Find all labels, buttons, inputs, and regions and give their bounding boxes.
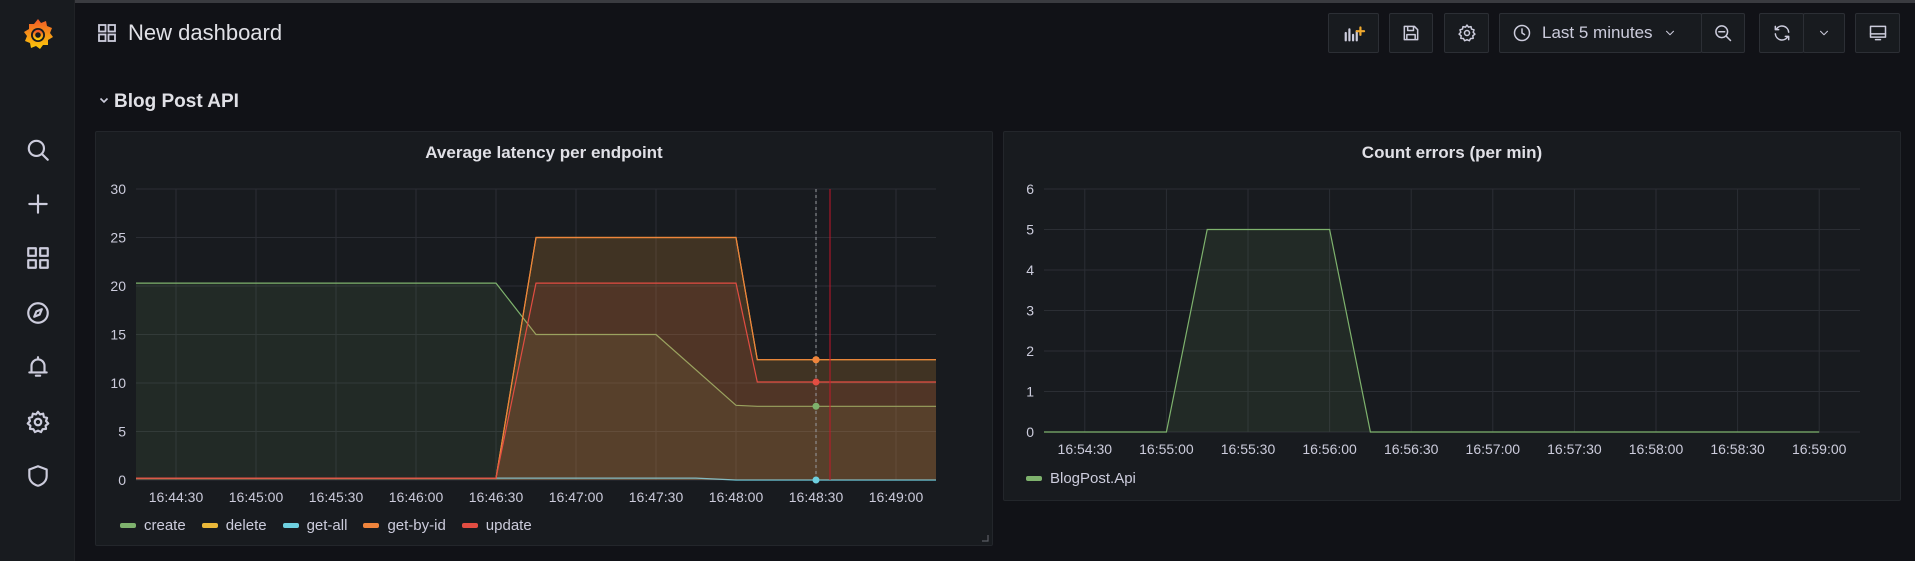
legend-swatch — [120, 523, 136, 528]
y-tick-label: 6 — [1026, 181, 1034, 197]
refresh-interval-dropdown[interactable] — [1803, 13, 1845, 53]
grafana-logo-icon[interactable] — [20, 16, 56, 52]
x-tick-label: 16:56:00 — [1302, 441, 1357, 457]
x-tick-label: 16:49:00 — [869, 489, 924, 505]
latency-panel: Average latency per endpoint 0 5 10 15 20 25 3… — [95, 131, 993, 546]
side-menu — [0, 0, 75, 561]
legend-swatch — [461, 523, 478, 528]
x-tick-label: 16:47:00 — [549, 489, 604, 505]
chevron-down-icon — [1819, 30, 1829, 36]
row-title[interactable]: Blog Post API — [114, 91, 239, 113]
hover-point-get-by-id — [812, 356, 820, 364]
save-icon — [1403, 25, 1419, 41]
x-tick-label: 16:48:00 — [709, 489, 764, 505]
latency-legend: create delete get-all get-by-id update — [120, 517, 532, 534]
shield-icon[interactable] — [24, 462, 52, 490]
window-top-border — [0, 0, 1915, 3]
chevron-down-icon — [1665, 30, 1674, 36]
legend-swatch — [363, 523, 380, 528]
gear-icon — [1457, 24, 1476, 42]
x-tick-label: 16:45:30 — [309, 489, 364, 505]
hover-point-create — [812, 402, 820, 410]
zoom-out-icon — [1715, 25, 1732, 42]
monitor-icon — [1869, 25, 1886, 41]
bell-icon[interactable] — [24, 353, 52, 381]
y-tick-label: 3 — [1026, 303, 1034, 319]
refresh-icon — [1774, 25, 1789, 41]
series-line-BlogPost.Api[interactable] — [1044, 228, 1820, 433]
refresh-button[interactable] — [1759, 13, 1804, 53]
x-tick-label: 16:57:00 — [1466, 441, 1521, 457]
legend-swatch — [201, 523, 218, 528]
series-area-BlogPost.Api — [1044, 229, 1820, 432]
x-tick-label: 16:56:30 — [1384, 441, 1439, 457]
dashboard-grid-icon — [97, 23, 117, 43]
save-dashboard-button[interactable] — [1389, 13, 1433, 53]
legend-label: delete — [225, 517, 267, 534]
legend-item-get-all[interactable]: get-all — [282, 517, 348, 534]
dashboard-settings-button[interactable] — [1444, 13, 1489, 53]
dashboards-grid-icon[interactable] — [24, 244, 52, 272]
y-tick-label: 0 — [118, 472, 126, 488]
zoom-out-button[interactable] — [1701, 13, 1745, 53]
dashboard-title[interactable]: New dashboard — [128, 20, 282, 46]
legend-item-blogpost-api[interactable]: BlogPost.Api — [1026, 470, 1136, 487]
x-tick-label: 16:47:30 — [629, 489, 684, 505]
search-icon[interactable] — [24, 136, 52, 164]
y-tick-label: 0 — [1026, 424, 1034, 440]
y-tick-label: 20 — [110, 278, 126, 294]
x-tick-label: 16:57:30 — [1547, 441, 1602, 457]
errors-panel: Count errors (per min) 0 1 2 3 4 5 6 16:54:30 16… — [1003, 131, 1901, 501]
x-tick-label: 16:46:30 — [469, 489, 524, 505]
x-tick-label: 16:54:30 — [1058, 441, 1113, 457]
x-tick-label: 16:55:30 — [1221, 441, 1276, 457]
y-tick-label: 5 — [1026, 222, 1034, 238]
legend-label: BlogPost.Api — [1050, 470, 1136, 487]
legend-label: create — [144, 517, 186, 534]
gear-icon[interactable] — [24, 408, 52, 436]
x-tick-label: 16:55:00 — [1139, 441, 1194, 457]
time-range-picker[interactable]: Last 5 minutes — [1499, 13, 1702, 53]
time-range-label: Last 5 minutes — [1542, 23, 1653, 42]
y-tick-label: 15 — [110, 327, 126, 343]
x-tick-label: 16:44:30 — [149, 489, 204, 505]
plus-icon[interactable] — [24, 190, 52, 218]
x-tick-label: 16:48:30 — [789, 489, 844, 505]
y-tick-label: 5 — [118, 424, 126, 440]
y-tick-label: 10 — [110, 375, 126, 391]
x-tick-label: 16:58:00 — [1629, 441, 1684, 457]
legend-item-create[interactable]: create — [120, 517, 186, 534]
legend-swatch — [1026, 476, 1042, 481]
hover-point-update — [812, 378, 820, 386]
x-tick-label: 16:58:30 — [1710, 441, 1765, 457]
row-collapse-chevron-icon[interactable] — [98, 93, 110, 105]
legend-label: get-by-id — [387, 517, 446, 534]
clock-icon — [1513, 24, 1531, 42]
compass-icon[interactable] — [24, 299, 52, 327]
x-tick-label: 16:46:00 — [389, 489, 444, 505]
add-panel-button[interactable] — [1328, 13, 1379, 53]
view-mode-button[interactable] — [1855, 13, 1900, 53]
legend-swatch — [282, 523, 299, 528]
legend-item-update[interactable]: update — [461, 517, 532, 534]
hover-point-get-all — [812, 476, 820, 484]
errors-legend: BlogPost.Api — [1026, 470, 1136, 487]
x-tick-label: 16:45:00 — [229, 489, 284, 505]
errors-chart: 0 1 2 3 4 5 6 16:54:30 16:55:00 16:55:30 16:56:00 1… — [1026, 181, 1860, 457]
legend-item-delete[interactable]: delete — [201, 517, 267, 534]
y-tick-label: 30 — [110, 181, 126, 197]
y-tick-label: 4 — [1026, 262, 1034, 278]
y-tick-label: 2 — [1026, 343, 1034, 359]
y-tick-label: 25 — [110, 230, 126, 246]
latency-chart: 0 5 10 15 20 25 30 16:44:30 16:45:00 16:45:30 16:4… — [110, 181, 936, 505]
legend-label: get-all — [306, 517, 348, 534]
legend-item-get-by-id[interactable]: get-by-id — [363, 517, 446, 534]
legend-label: update — [485, 517, 532, 534]
add-panel-icon — [1344, 26, 1365, 42]
x-tick-label: 16:59:00 — [1792, 441, 1847, 457]
y-tick-label: 1 — [1026, 384, 1034, 400]
resize-handle-icon[interactable] — [981, 534, 989, 542]
